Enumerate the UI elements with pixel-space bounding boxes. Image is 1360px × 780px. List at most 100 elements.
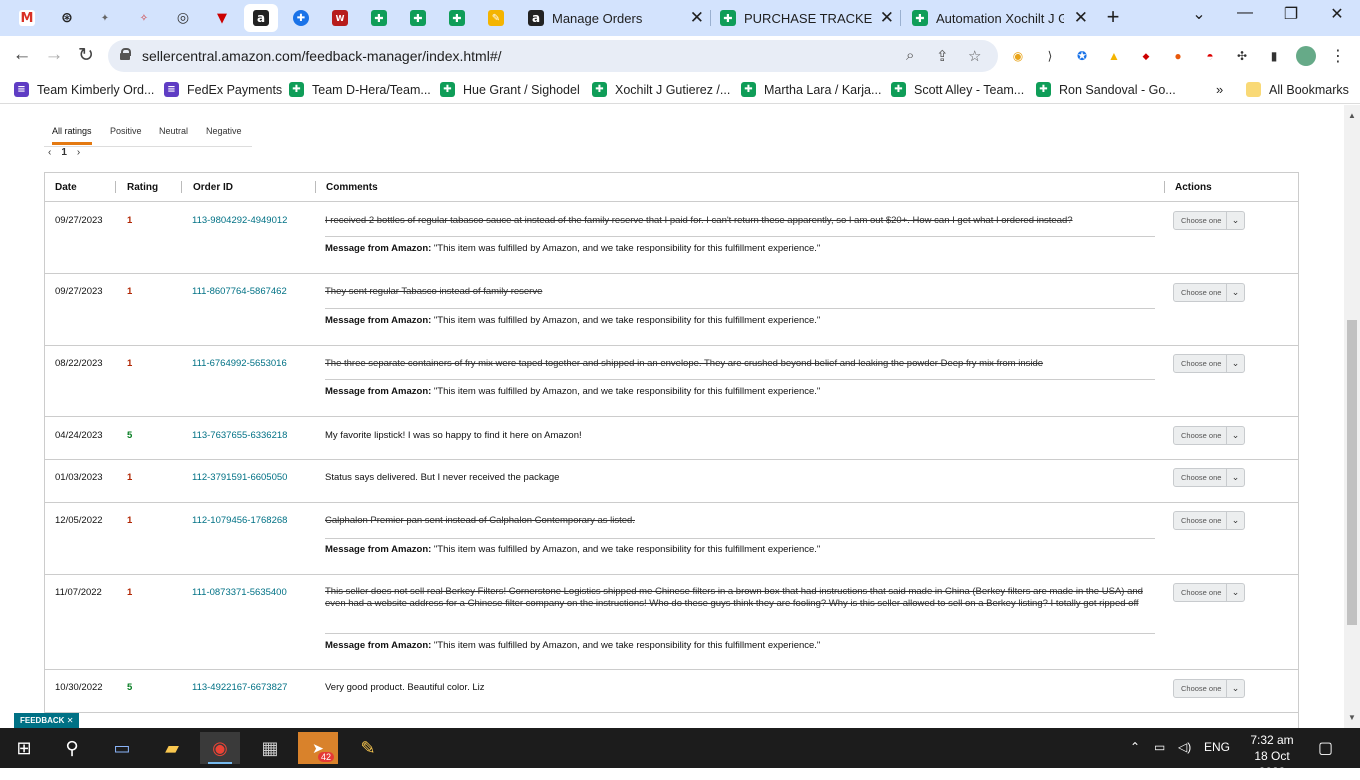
pinned-tab-5[interactable]: ◎ [166, 4, 200, 32]
header-order-id[interactable]: Order ID [193, 182, 233, 193]
pinned-tab-chatgpt[interactable]: ⊛ [50, 4, 84, 32]
prev-page-icon[interactable]: ‹ [48, 147, 51, 158]
scroll-down-icon[interactable]: ▼ [1348, 713, 1356, 722]
back-button[interactable]: ← [9, 44, 35, 66]
pinned-tab-3[interactable]: ✦ [88, 4, 122, 32]
profile-avatar[interactable] [1296, 46, 1316, 66]
action-select[interactable]: Choose one ⌄ [1173, 426, 1245, 445]
extension-icon[interactable]: ✪ [1072, 46, 1092, 66]
pinned-tab-amazon[interactable]: a [244, 4, 278, 32]
tab-search-icon[interactable]: ⌄ [1184, 4, 1214, 24]
close-window-button[interactable]: ✕ [1322, 4, 1352, 24]
action-select[interactable]: Choose one ⌄ [1173, 679, 1245, 698]
close-tab-icon[interactable]: ✕ [1074, 8, 1088, 28]
paint-icon[interactable]: ✎ [348, 732, 388, 764]
bookmark-item[interactable]: ✚ Scott Alley - Team... [891, 82, 1024, 97]
close-icon[interactable]: ✕ [67, 716, 74, 725]
pinned-tab-13[interactable]: ✎ [479, 4, 513, 32]
file-explorer-icon[interactable]: ▰ [152, 732, 192, 764]
pinned-tab-sheets-3[interactable]: ✚ [440, 4, 474, 32]
row-order-id-link[interactable]: 112-3791591-6605050 [192, 472, 287, 483]
extension-icon[interactable]: ● [1168, 46, 1188, 66]
tray-overflow-icon[interactable]: ⌃ [1130, 740, 1140, 754]
row-order-id-link[interactable]: 112-1079456-1768268 [192, 515, 287, 526]
pinned-tab-9[interactable]: W [323, 4, 357, 32]
scroll-up-icon[interactable]: ▲ [1348, 111, 1356, 120]
restore-button[interactable]: ❐ [1276, 4, 1306, 24]
forward-button[interactable]: → [41, 44, 67, 66]
page-scrollbar[interactable]: ▲ ▼ [1344, 105, 1360, 728]
notification-center-icon[interactable]: ▢ [1318, 738, 1333, 758]
action-select[interactable]: Choose one ⌄ [1173, 468, 1245, 487]
tab-automation[interactable]: ✚ Automation Xochilt J G ✕ [902, 4, 1094, 32]
bookmark-item[interactable]: ✚ Hue Grant / Sighodel [440, 82, 580, 97]
header-date[interactable]: Date [55, 182, 77, 193]
header-comments[interactable]: Comments [326, 182, 378, 193]
bookmark-item[interactable]: ✚ Team D-Hera/Team... [289, 82, 431, 97]
row-order-id-link[interactable]: 113-7637655-6336218 [192, 430, 287, 441]
volume-icon[interactable]: ◁) [1178, 740, 1191, 754]
zoom-icon[interactable]: ⌕ [906, 47, 914, 64]
all-bookmarks[interactable]: All Bookmarks [1246, 82, 1349, 97]
extension-icon[interactable]: ◓ [1200, 46, 1220, 66]
page-number[interactable]: 1 [61, 147, 67, 158]
telegram-icon[interactable]: ➤ 42 [298, 732, 338, 764]
network-icon[interactable]: ▭ [1154, 740, 1165, 754]
row-order-id-link[interactable]: 111-6764992-5653016 [192, 358, 287, 369]
bookmark-item[interactable]: ≡ FedEx Payments [164, 82, 282, 97]
bookmark-item[interactable]: ✚ Ron Sandoval - Go... [1036, 82, 1176, 97]
pinned-tab-6[interactable]: ▼ [205, 4, 239, 32]
desktop-app-icon[interactable]: ▭ [102, 732, 142, 764]
bookmark-item[interactable]: ≡ Team Kimberly Ord... [14, 82, 154, 97]
pinned-tab-sheets-1[interactable]: ✚ [362, 4, 396, 32]
header-rating[interactable]: Rating [127, 182, 158, 193]
pinned-tab-8[interactable]: ✚ [284, 4, 318, 32]
language-indicator[interactable]: ENG [1204, 740, 1230, 754]
minimize-button[interactable]: — [1230, 4, 1260, 22]
extension-icon[interactable]: ⟩ [1040, 46, 1060, 66]
feedback-button[interactable]: FEEDBACK ✕ [14, 713, 80, 728]
extension-icon[interactable]: ◆ [1136, 46, 1156, 66]
tab-purchase-tracker[interactable]: ✚ PURCHASE TRACKER JU ✕ [710, 4, 900, 32]
search-icon[interactable]: ⚲ [52, 732, 92, 764]
pinned-tab-4[interactable]: ✧ [127, 4, 161, 32]
row-order-id-link[interactable]: 113-4922167-6673827 [192, 682, 287, 693]
action-select[interactable]: Choose one ⌄ [1173, 283, 1245, 302]
pinned-tab-gmail[interactable]: M [10, 4, 44, 32]
extensions-puzzle-icon[interactable]: ✣ [1232, 46, 1252, 66]
share-icon[interactable]: ⇪ [936, 47, 949, 65]
address-bar[interactable]: sellercentral.amazon.com/feedback-manage… [108, 40, 998, 72]
url-text[interactable]: sellercentral.amazon.com/feedback-manage… [142, 48, 502, 64]
close-tab-icon[interactable]: ✕ [880, 8, 894, 28]
tab-negative[interactable]: Negative [206, 126, 242, 136]
new-tab-button[interactable]: + [1101, 4, 1125, 30]
next-page-icon[interactable]: › [77, 147, 80, 158]
scrollbar-thumb[interactable] [1347, 320, 1357, 625]
pinned-tab-sheets-2[interactable]: ✚ [401, 4, 435, 32]
menu-icon[interactable]: ⋮ [1328, 46, 1348, 66]
action-select[interactable]: Choose one ⌄ [1173, 511, 1245, 530]
extension-icon[interactable]: ▲ [1104, 46, 1124, 66]
bookmark-item[interactable]: ✚ Xochilt J Gutierez /... [592, 82, 730, 97]
close-tab-icon[interactable]: ✕ [690, 8, 704, 28]
chrome-icon[interactable]: ◉ [200, 732, 240, 764]
tab-all-ratings[interactable]: All ratings [52, 126, 92, 145]
row-order-id-link[interactable]: 113-9804292-4949012 [192, 215, 287, 226]
tab-positive[interactable]: Positive [110, 126, 142, 136]
tab-manage-orders[interactable]: a Manage Orders ✕ [518, 4, 710, 32]
action-select[interactable]: Choose one ⌄ [1173, 211, 1245, 230]
reload-button[interactable]: ↻ [73, 44, 99, 67]
system-clock[interactable]: 7:32 am 18 Oct 2023 [1240, 732, 1304, 780]
windows-start-icon[interactable]: ⊞ [4, 732, 44, 764]
action-select[interactable]: Choose one ⌄ [1173, 354, 1245, 373]
extension-icon[interactable]: ◉ [1008, 46, 1028, 66]
row-order-id-link[interactable]: 111-0873371-5635400 [192, 587, 287, 598]
row-order-id-link[interactable]: 111-8607764-5867462 [192, 286, 287, 297]
bookmark-item[interactable]: ✚ Martha Lara / Karja... [741, 82, 881, 97]
bookmarks-overflow-icon[interactable]: » [1216, 82, 1223, 97]
side-panel-icon[interactable]: ▮ [1264, 46, 1284, 66]
action-select[interactable]: Choose one ⌄ [1173, 583, 1245, 602]
calculator-icon[interactable]: ▦ [250, 732, 290, 764]
bookmark-star-icon[interactable]: ☆ [968, 47, 981, 65]
tab-neutral[interactable]: Neutral [159, 126, 188, 136]
